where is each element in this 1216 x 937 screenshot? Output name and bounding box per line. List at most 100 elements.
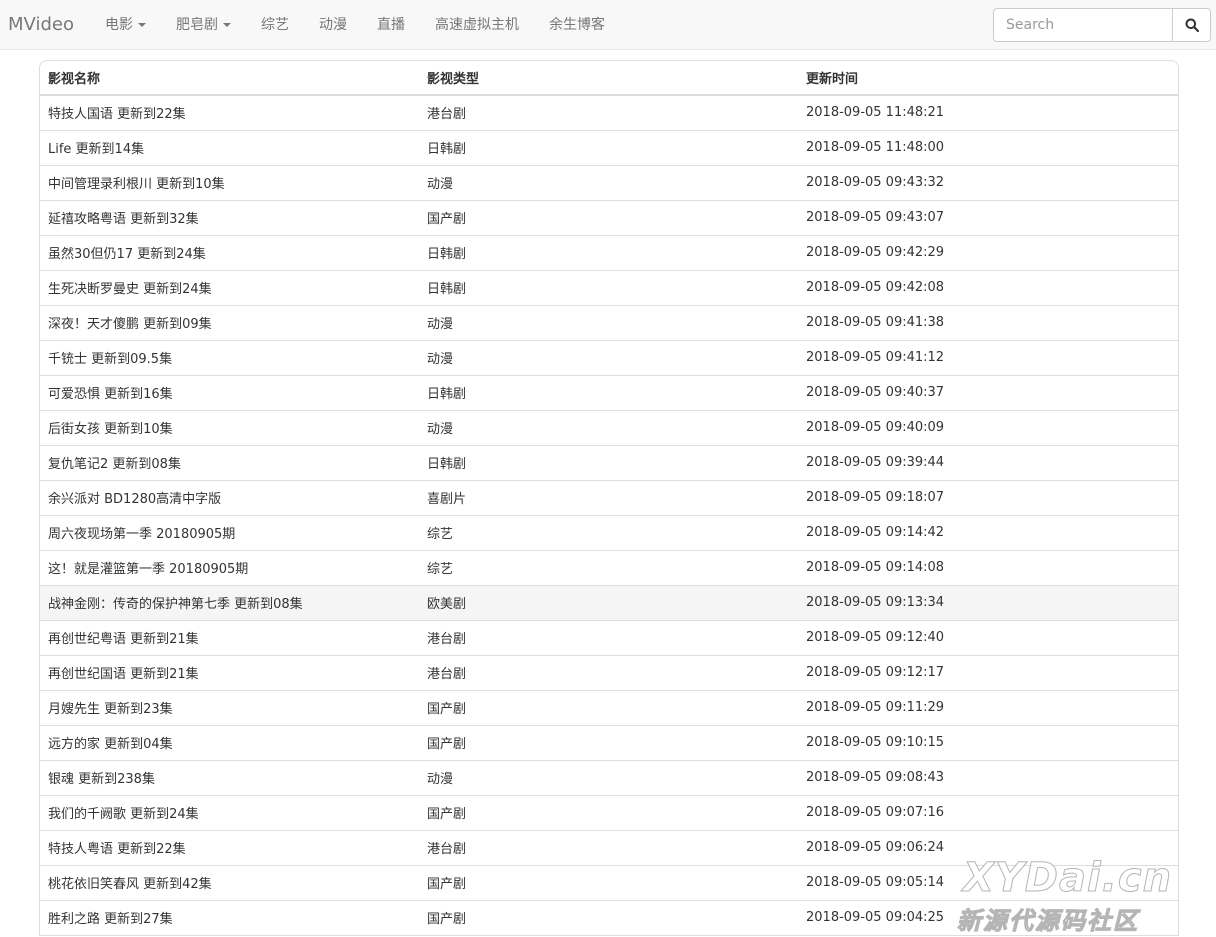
video-update-table: 影视名称 影视类型 更新时间 特技人国语 更新到22集 港台剧 2018-09-05… xyxy=(40,61,1178,935)
table-row[interactable]: 周六夜现场第一季 20180905期 综艺 2018-09-05 09:14:42 xyxy=(40,514,1178,550)
table-row[interactable]: 这！就是灌篮第一季 20180905期 综艺 2018-09-05 09:14:08 xyxy=(40,549,1178,585)
table-row[interactable]: 生死决断罗曼史 更新到24集 日韩剧 2018-09-05 09:42:08 xyxy=(40,269,1178,305)
cell-title[interactable]: 特技人国语 更新到22集 xyxy=(40,95,419,130)
cell-updated: 2018-09-05 09:08:43 xyxy=(798,759,1178,795)
nav-menu: 电影 肥皂剧 综艺 动漫 直播 高速虚拟主机 余生博客 xyxy=(90,0,620,50)
table-row[interactable]: 后街女孩 更新到10集 动漫 2018-09-05 09:40:09 xyxy=(40,409,1178,445)
cell-title[interactable]: 我们的千阙歌 更新到24集 xyxy=(40,794,419,830)
table-row[interactable]: 远方的家 更新到04集 国产剧 2018-09-05 09:10:15 xyxy=(40,724,1178,760)
cell-type: 港台剧 xyxy=(419,654,798,690)
table-row[interactable]: 特技人国语 更新到22集 港台剧 2018-09-05 11:48:21 xyxy=(40,95,1178,130)
table-row[interactable]: 可爱恐惧 更新到16集 日韩剧 2018-09-05 09:40:37 xyxy=(40,374,1178,410)
cell-type: 港台剧 xyxy=(419,619,798,655)
table-row[interactable]: Life 更新到14集 日韩剧 2018-09-05 11:48:00 xyxy=(40,129,1178,165)
cell-title[interactable]: 千铳士 更新到09.5集 xyxy=(40,339,419,375)
table-row[interactable]: 银魂 更新到238集 动漫 2018-09-05 09:08:43 xyxy=(40,759,1178,795)
cell-updated: 2018-09-05 09:13:34 xyxy=(798,584,1178,620)
cell-title[interactable]: 这！就是灌篮第一季 20180905期 xyxy=(40,549,419,585)
cell-updated: 2018-09-05 09:07:16 xyxy=(798,794,1178,830)
table-row[interactable]: 我们的千阙歌 更新到24集 国产剧 2018-09-05 09:07:16 xyxy=(40,794,1178,830)
nav-item-blog[interactable]: 余生博客 xyxy=(534,0,620,50)
cell-title[interactable]: 深夜！天才傻鹏 更新到09集 xyxy=(40,304,419,340)
cell-type: 动漫 xyxy=(419,164,798,200)
cell-updated: 2018-09-05 09:14:42 xyxy=(798,514,1178,550)
cell-title[interactable]: 胜利之路 更新到27集 xyxy=(40,899,419,935)
table-row[interactable]: 中间管理录利根川 更新到10集 动漫 2018-09-05 09:43:32 xyxy=(40,164,1178,200)
cell-title[interactable]: 复仇笔记2 更新到08集 xyxy=(40,444,419,480)
nav-item-tv-series[interactable]: 肥皂剧 xyxy=(161,0,246,50)
table-row[interactable]: 特技人粤语 更新到22集 港台剧 2018-09-05 09:06:24 xyxy=(40,829,1178,865)
search-button[interactable] xyxy=(1172,8,1211,42)
cell-title[interactable]: 后街女孩 更新到10集 xyxy=(40,409,419,445)
table-row[interactable]: 再创世纪国语 更新到21集 港台剧 2018-09-05 09:12:17 xyxy=(40,654,1178,690)
cell-type: 综艺 xyxy=(419,514,798,550)
cell-title[interactable]: 银魂 更新到238集 xyxy=(40,759,419,795)
table-row[interactable]: 千铳士 更新到09.5集 动漫 2018-09-05 09:41:12 xyxy=(40,339,1178,375)
table-row[interactable]: 战神金刚：传奇的保护神第七季 更新到08集 欧美剧 2018-09-05 09:13… xyxy=(40,584,1178,620)
cell-updated: 2018-09-05 09:41:38 xyxy=(798,304,1178,340)
cell-title[interactable]: 月嫂先生 更新到23集 xyxy=(40,689,419,725)
table-row[interactable]: 月嫂先生 更新到23集 国产剧 2018-09-05 09:11:29 xyxy=(40,689,1178,725)
cell-updated: 2018-09-05 09:10:15 xyxy=(798,724,1178,760)
cell-updated: 2018-09-05 09:12:40 xyxy=(798,619,1178,655)
cell-updated: 2018-09-05 09:40:09 xyxy=(798,409,1178,445)
cell-type: 日韩剧 xyxy=(419,374,798,410)
cell-type: 日韩剧 xyxy=(419,234,798,270)
table-row[interactable]: 余兴派对 BD1280高清中字版 喜剧片 2018-09-05 09:18:07 xyxy=(40,479,1178,515)
search-icon xyxy=(1185,18,1199,32)
cell-title[interactable]: 虽然30但仍17 更新到24集 xyxy=(40,234,419,270)
nav-item-label: 肥皂剧 xyxy=(176,17,218,33)
nav-item-live[interactable]: 直播 xyxy=(362,0,420,50)
cell-title[interactable]: 战神金刚：传奇的保护神第七季 更新到08集 xyxy=(40,584,419,620)
cell-type: 动漫 xyxy=(419,759,798,795)
cell-title[interactable]: 中间管理录利根川 更新到10集 xyxy=(40,164,419,200)
cell-updated: 2018-09-05 09:12:17 xyxy=(798,654,1178,690)
cell-type: 动漫 xyxy=(419,304,798,340)
caret-down-icon xyxy=(223,23,231,27)
cell-updated: 2018-09-05 09:05:14 xyxy=(798,864,1178,900)
cell-type: 国产剧 xyxy=(419,689,798,725)
cell-updated: 2018-09-05 09:40:37 xyxy=(798,374,1178,410)
cell-title[interactable]: 特技人粤语 更新到22集 xyxy=(40,829,419,865)
cell-title[interactable]: Life 更新到14集 xyxy=(40,129,419,165)
table-row[interactable]: 再创世纪粤语 更新到21集 港台剧 2018-09-05 09:12:40 xyxy=(40,619,1178,655)
cell-title[interactable]: 周六夜现场第一季 20180905期 xyxy=(40,514,419,550)
cell-title[interactable]: 延禧攻略粤语 更新到32集 xyxy=(40,199,419,235)
cell-title[interactable]: 可爱恐惧 更新到16集 xyxy=(40,374,419,410)
cell-type: 喜剧片 xyxy=(419,479,798,515)
header-updated: 更新时间 xyxy=(798,61,1178,96)
caret-down-icon xyxy=(138,23,146,27)
cell-updated: 2018-09-05 09:43:07 xyxy=(798,199,1178,235)
nav-item-label: 电影 xyxy=(105,17,133,33)
search-input[interactable] xyxy=(993,8,1172,42)
nav-item-anime[interactable]: 动漫 xyxy=(304,0,362,50)
table-row[interactable]: 桃花依旧笑春风 更新到42集 国产剧 2018-09-05 09:05:14 xyxy=(40,864,1178,900)
video-update-table-container: 影视名称 影视类型 更新时间 特技人国语 更新到22集 港台剧 2018-09-05… xyxy=(39,60,1179,936)
cell-type: 动漫 xyxy=(419,409,798,445)
cell-title[interactable]: 桃花依旧笑春风 更新到42集 xyxy=(40,864,419,900)
cell-updated: 2018-09-05 09:06:24 xyxy=(798,829,1178,865)
table-row[interactable]: 延禧攻略粤语 更新到32集 国产剧 2018-09-05 09:43:07 xyxy=(40,199,1178,235)
table-header-row: 影视名称 影视类型 更新时间 xyxy=(40,61,1178,96)
nav-item-movies[interactable]: 电影 xyxy=(90,0,161,50)
nav-item-virtual-host[interactable]: 高速虚拟主机 xyxy=(420,0,534,50)
table-row[interactable]: 虽然30但仍17 更新到24集 日韩剧 2018-09-05 09:42:29 xyxy=(40,234,1178,270)
cell-title[interactable]: 生死决断罗曼史 更新到24集 xyxy=(40,269,419,305)
cell-title[interactable]: 远方的家 更新到04集 xyxy=(40,724,419,760)
cell-updated: 2018-09-05 09:39:44 xyxy=(798,444,1178,480)
cell-updated: 2018-09-05 09:43:32 xyxy=(798,164,1178,200)
cell-updated: 2018-09-05 09:11:29 xyxy=(798,689,1178,725)
nav-item-variety[interactable]: 综艺 xyxy=(246,0,304,50)
cell-type: 港台剧 xyxy=(419,829,798,865)
cell-updated: 2018-09-05 09:41:12 xyxy=(798,339,1178,375)
brand-logo[interactable]: MVideo xyxy=(8,0,74,50)
cell-title[interactable]: 再创世纪国语 更新到21集 xyxy=(40,654,419,690)
table-row[interactable]: 胜利之路 更新到27集 国产剧 2018-09-05 09:04:25 xyxy=(40,899,1178,935)
cell-updated: 2018-09-05 09:18:07 xyxy=(798,479,1178,515)
table-row[interactable]: 复仇笔记2 更新到08集 日韩剧 2018-09-05 09:39:44 xyxy=(40,444,1178,480)
cell-type: 国产剧 xyxy=(419,899,798,935)
cell-title[interactable]: 余兴派对 BD1280高清中字版 xyxy=(40,479,419,515)
table-row[interactable]: 深夜！天才傻鹏 更新到09集 动漫 2018-09-05 09:41:38 xyxy=(40,304,1178,340)
cell-updated: 2018-09-05 11:48:21 xyxy=(806,105,945,121)
cell-title[interactable]: 再创世纪粤语 更新到21集 xyxy=(40,619,419,655)
